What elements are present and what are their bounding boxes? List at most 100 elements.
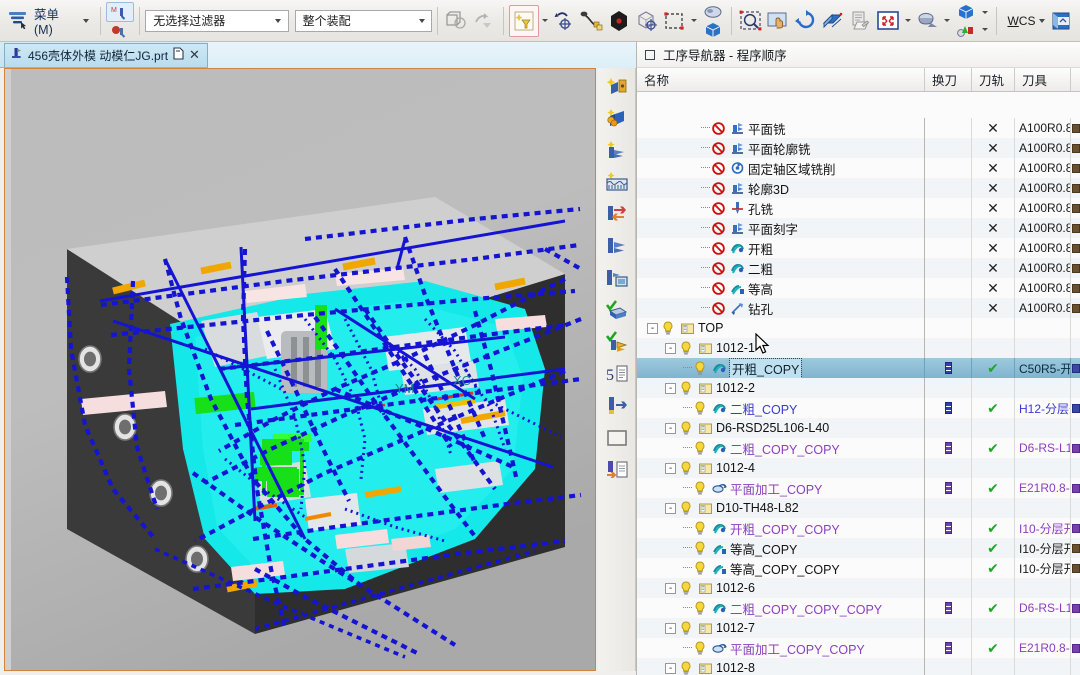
tree-row[interactable]: 开粗 ✕ A100R0.8... — [637, 238, 1080, 258]
tree-expander-icon[interactable]: - — [665, 462, 676, 474]
blocked-icon[interactable] — [710, 220, 726, 236]
bulb-icon[interactable] — [678, 580, 694, 596]
view-cube-icon[interactable] — [953, 3, 979, 21]
chevron-down-icon[interactable] — [944, 19, 951, 22]
tree-expander-icon[interactable]: - — [665, 342, 676, 354]
bulb-icon[interactable] — [692, 360, 708, 376]
chevron-down-icon[interactable] — [982, 10, 989, 14]
chevron-down-icon[interactable] — [691, 19, 698, 22]
create-workpiece-icon[interactable] — [601, 102, 633, 134]
tree-row[interactable]: 二粗_COPY ✔ H12-分层开 — [637, 398, 1080, 418]
column-header-extra[interactable] — [1071, 68, 1080, 91]
tree-expander-icon[interactable]: - — [665, 422, 676, 434]
blocked-icon[interactable] — [710, 200, 726, 216]
chevron-down-icon[interactable] — [904, 19, 911, 22]
create-method-icon[interactable] — [601, 134, 633, 166]
tree-row-name-cell[interactable]: 平面加工_COPY — [637, 478, 925, 498]
tree-row-name-cell[interactable]: 开粗_COPY — [637, 358, 925, 378]
tree-row[interactable]: - 1012-6 — [637, 578, 1080, 598]
bulb-icon[interactable] — [692, 520, 708, 536]
bulb-icon[interactable] — [692, 540, 708, 556]
tree-row-name-cell[interactable]: 孔铣 — [637, 198, 925, 218]
blocked-icon[interactable] — [710, 280, 726, 296]
datum-plane-icon[interactable] — [509, 4, 539, 37]
tree-row-name-cell[interactable]: 等高_COPY — [637, 538, 925, 558]
tree-expander-icon[interactable]: - — [647, 322, 658, 334]
column-header-toolchange[interactable]: 换刀 — [925, 68, 972, 91]
bulb-icon[interactable] — [692, 400, 708, 416]
blocked-icon[interactable] — [710, 120, 726, 136]
zoom-window-icon[interactable] — [737, 6, 764, 36]
tree-expander-icon[interactable]: - — [665, 622, 676, 634]
tree-row-name-cell[interactable]: - 1012-7 — [637, 618, 925, 638]
create-geometry-icon[interactable] — [601, 70, 633, 102]
tree-row-name-cell[interactable]: 钻孔 — [637, 298, 925, 318]
tree-row-name-cell[interactable]: 二粗_COPY — [637, 398, 925, 418]
blocked-icon[interactable] — [710, 260, 726, 276]
post-process-icon[interactable]: 5 — [601, 358, 633, 390]
selection-scope-combo[interactable]: 整个装配 — [294, 9, 433, 32]
pin-square-icon[interactable] — [645, 49, 655, 60]
tree-row[interactable]: 等高_COPY_COPY ✔ I10-分层开 — [637, 558, 1080, 578]
bulb-icon[interactable] — [660, 320, 676, 336]
close-icon[interactable]: ✕ — [189, 47, 200, 63]
bulb-icon[interactable] — [692, 480, 708, 496]
select-object-icon[interactable] — [107, 22, 133, 40]
tree-row-name-cell[interactable]: - TOP — [637, 318, 925, 338]
bulb-icon[interactable] — [692, 600, 708, 616]
tree-row-name-cell[interactable]: 平面轮廓铣 — [637, 138, 925, 158]
tree-row[interactable]: 孔铣 ✕ A100R0.8... — [637, 198, 1080, 218]
tree-row[interactable]: - 1012-2 — [637, 378, 1080, 398]
tree-row[interactable]: 平面加工_COPY_COPY ✔ E21R0.8-... — [637, 638, 1080, 658]
tree-row-name-cell[interactable]: 二粗 — [637, 258, 925, 278]
tree-row-name-cell[interactable]: 平面刻字 — [637, 218, 925, 238]
tree-row[interactable]: - 1012-8 — [637, 658, 1080, 675]
solid-cube-icon[interactable] — [700, 21, 726, 39]
clip-section-icon[interactable] — [820, 6, 847, 36]
blocked-icon[interactable] — [710, 160, 726, 176]
bulb-icon[interactable] — [678, 620, 694, 636]
chevron-down-icon[interactable] — [1039, 18, 1046, 23]
tree-row[interactable]: - 1012-1 — [637, 338, 1080, 358]
tree-row-name-cell[interactable]: - 1012-2 — [637, 378, 925, 398]
tree-row-name-cell[interactable]: 等高 — [637, 278, 925, 298]
tree-row[interactable]: 钻孔 ✕ A100R0.8... — [637, 298, 1080, 318]
blocked-icon[interactable] — [710, 300, 726, 316]
tree-row-name-cell[interactable]: - D10-TH48-L82 — [637, 498, 925, 518]
tree-row[interactable]: 二粗_COPY_COPY ✔ D6-RS-L1... — [637, 438, 1080, 458]
column-header-name[interactable]: 名称 — [637, 68, 925, 91]
shaded-render-icon[interactable] — [700, 3, 726, 21]
bulb-icon[interactable] — [692, 640, 708, 656]
chevron-down-icon[interactable] — [982, 27, 989, 31]
bulb-icon[interactable] — [678, 340, 694, 356]
tree-row-name-cell[interactable]: 平面加工_COPY_COPY — [637, 638, 925, 658]
orient-view-icon[interactable] — [1048, 6, 1075, 36]
bulb-icon[interactable] — [678, 380, 694, 396]
bulb-icon[interactable] — [678, 460, 694, 476]
pan-icon[interactable] — [765, 6, 792, 36]
tree-row[interactable]: - 1012-4 — [637, 458, 1080, 478]
chevron-down-icon[interactable] — [412, 12, 429, 30]
bulb-icon[interactable] — [678, 500, 694, 516]
drafting-sheet-icon[interactable] — [847, 6, 874, 36]
output-file-icon[interactable] — [601, 454, 633, 486]
blocked-icon[interactable] — [710, 240, 726, 256]
blocked-icon[interactable] — [710, 140, 726, 156]
operation-tree[interactable]: 平面铣 ✕ A100R0.8... 平面轮廓铣 ✕ A100R0.8... 固定轴区域铣削 ✕… — [637, 118, 1080, 675]
tree-row-name-cell[interactable]: 开粗_COPY_COPY — [637, 518, 925, 538]
tree-row-name-cell[interactable]: - 1012-1 — [637, 338, 925, 358]
wcs-dropdown[interactable]: WWCSCS — [1002, 2, 1048, 40]
snap-point-icon[interactable]: M — [106, 1, 135, 22]
tree-row[interactable]: 二粗_COPY_COPY_COPY ✔ D6-RS-L1... — [637, 598, 1080, 618]
tree-expander-icon[interactable]: - — [665, 582, 676, 594]
chevron-down-icon[interactable] — [541, 19, 548, 22]
blocked-icon[interactable] — [710, 180, 726, 196]
tree-row[interactable]: 平面加工_COPY ✔ E21R0.8-... — [637, 478, 1080, 498]
shading-style-icon[interactable] — [914, 6, 941, 36]
tool-length-icon[interactable] — [601, 390, 633, 422]
tool-path-icon[interactable] — [601, 230, 633, 262]
solid-body-icon[interactable] — [606, 6, 633, 36]
tree-row-name-cell[interactable]: - 1012-6 — [637, 578, 925, 598]
tree-row[interactable]: 平面刻字 ✕ A100R0.8... — [637, 218, 1080, 238]
menu-button[interactable]: 菜单(M) — [4, 4, 95, 38]
